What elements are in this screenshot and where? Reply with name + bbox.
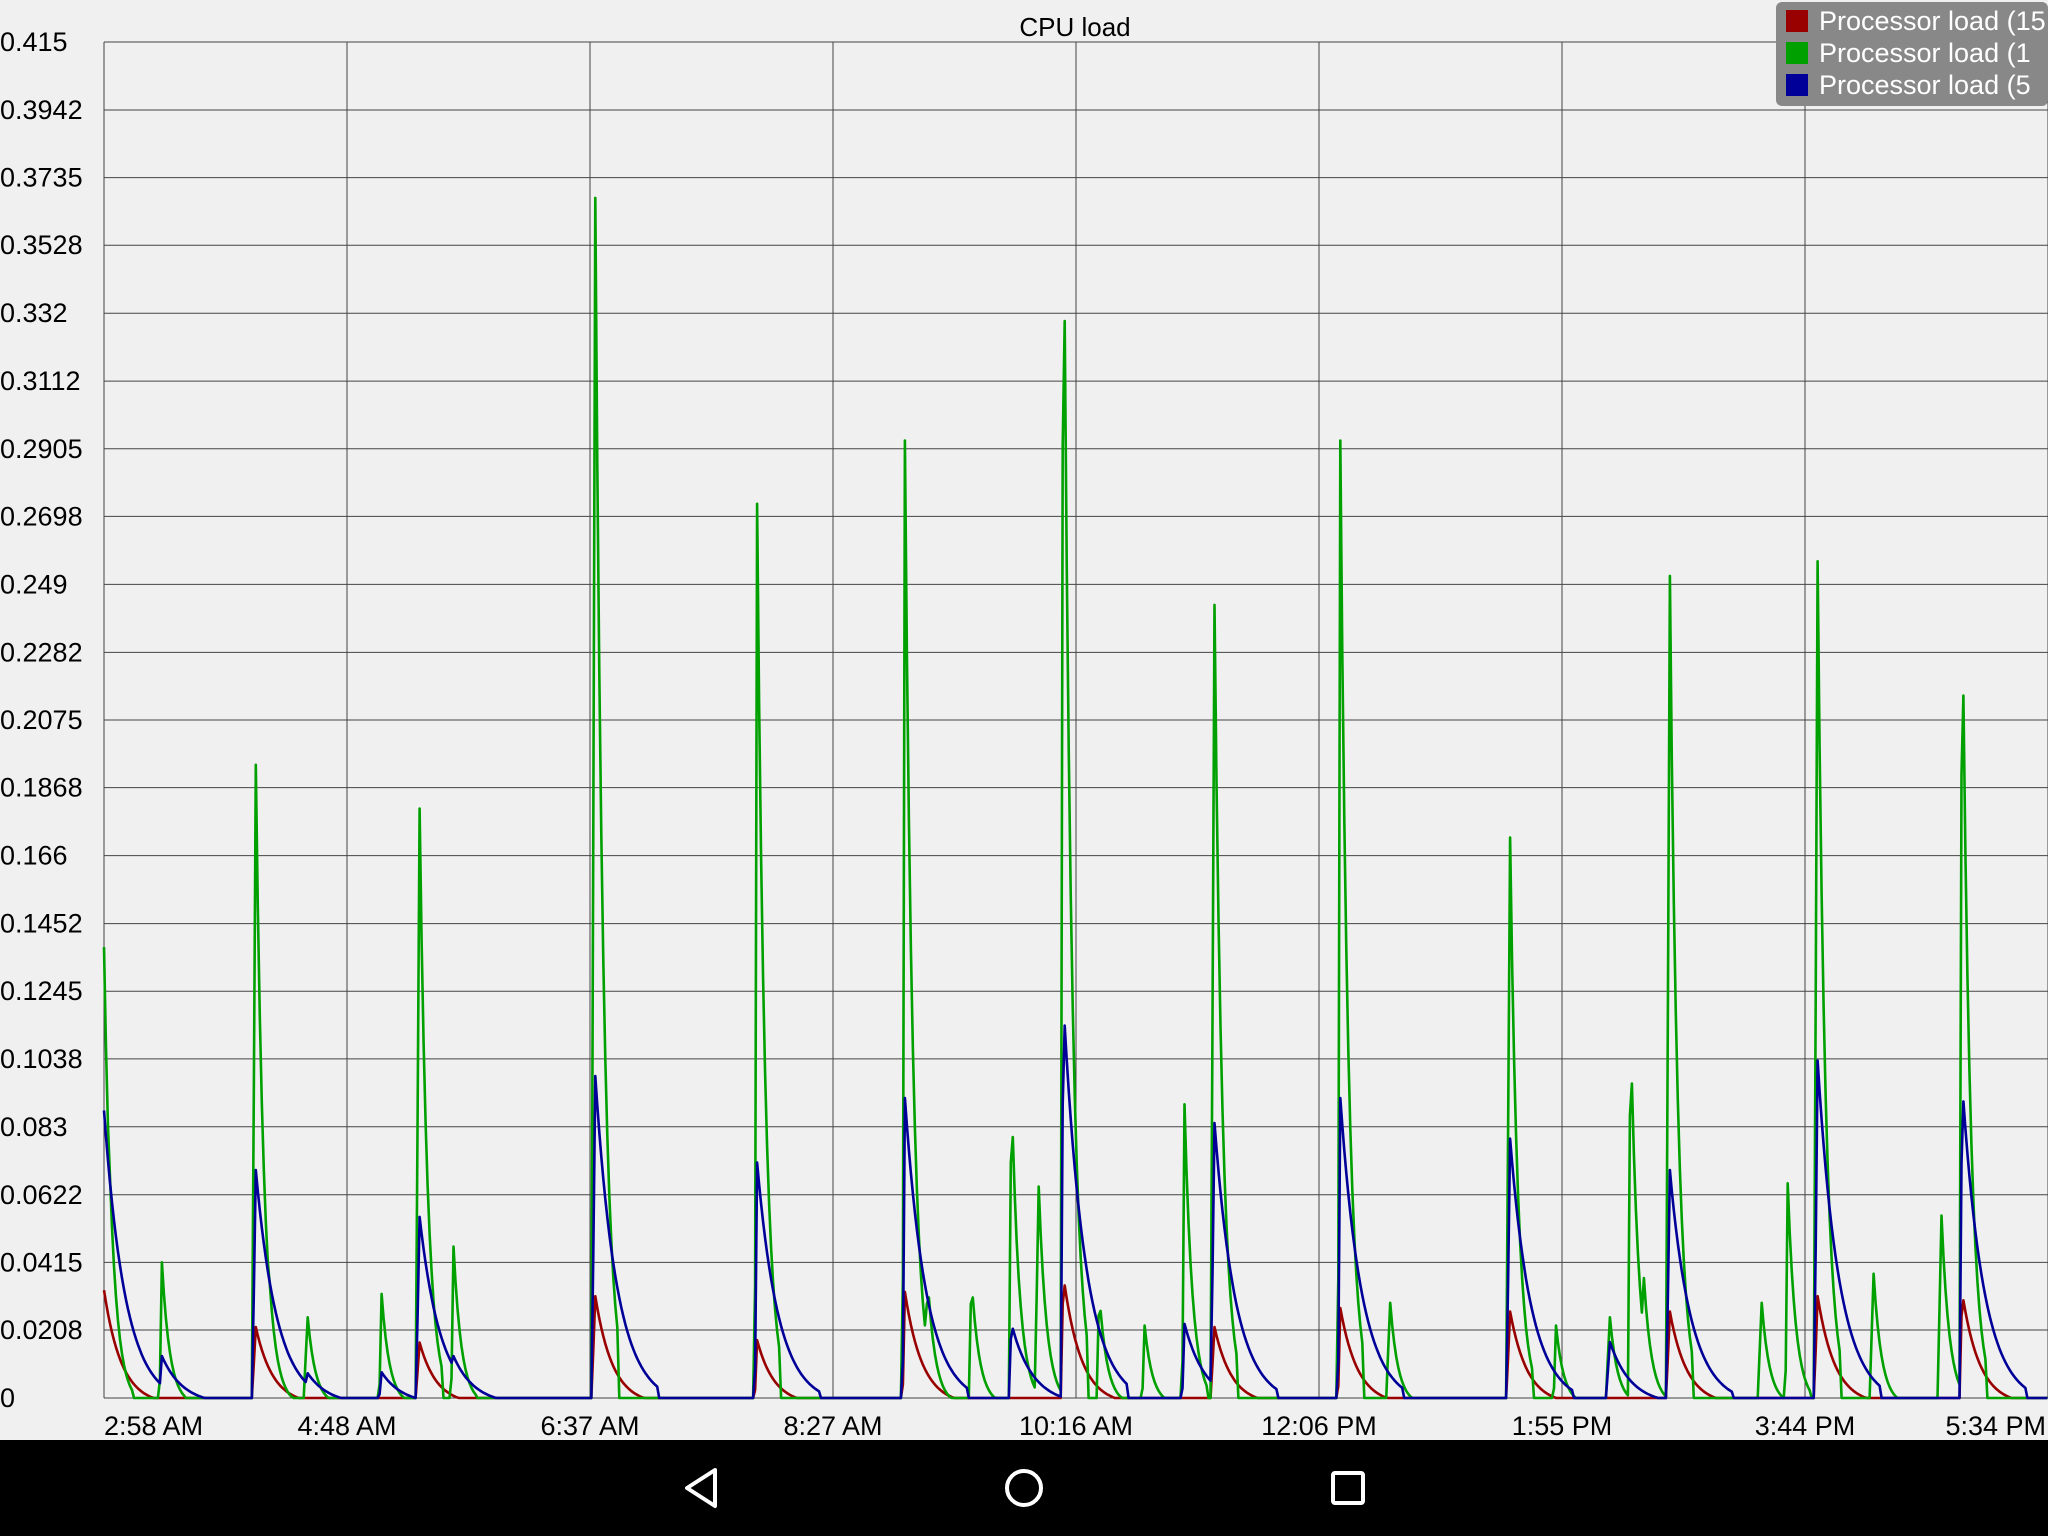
legend-label: Processor load (1 <box>1819 38 2031 68</box>
cpu-load-chart: 0 0.0208 0.0415 0.0622 0.083 0.1038 0.1245 0.14… <box>0 2 2048 1440</box>
legend-swatch <box>1786 74 1808 96</box>
chart-legend: Processor load (15Processor load (1Proce… <box>1776 2 2048 106</box>
y-tick-label: 0.0415 <box>0 1247 83 1277</box>
y-tick-label: 0.249 <box>0 569 68 599</box>
home-circle-icon[interactable] <box>994 1458 1054 1518</box>
y-axis-ticks: 0 0.0208 0.0415 0.0622 0.083 0.1038 0.1245 0.14… <box>0 27 83 1413</box>
y-tick-label: 0.0208 <box>0 1315 83 1345</box>
x-tick-label: 10:16 AM <box>1019 1411 1133 1440</box>
legend-label: Processor load (15 <box>1819 6 2046 36</box>
y-tick-label: 0.1245 <box>0 976 83 1006</box>
y-tick-label: 0.1038 <box>0 1044 83 1074</box>
legend-swatch <box>1786 10 1808 32</box>
y-tick-label: 0.415 <box>0 27 68 57</box>
legend-label: Processor load (5 <box>1819 70 2031 100</box>
y-tick-label: 0.0622 <box>0 1180 83 1210</box>
x-tick-label: 12:06 PM <box>1261 1411 1377 1440</box>
x-tick-label: 4:48 AM <box>297 1411 396 1440</box>
navigation-bar <box>0 1440 2048 1536</box>
x-tick-label: 3:44 PM <box>1755 1411 1856 1440</box>
y-tick-label: 0.332 <box>0 298 68 328</box>
y-tick-label: 0.3112 <box>0 366 81 396</box>
y-tick-label: 0.2698 <box>0 501 83 531</box>
x-tick-label: 8:27 AM <box>783 1411 882 1440</box>
chart-title: CPU load <box>1019 12 1130 42</box>
x-axis-ticks: 2:58 AM 4:48 AM 6:37 AM 8:27 AM 10:16 AM 12:0… <box>104 1411 2046 1440</box>
y-tick-label: 0.2282 <box>0 637 83 667</box>
chart-grid <box>103 41 2048 1399</box>
back-triangle-icon[interactable] <box>671 1458 731 1518</box>
x-tick-label: 1:55 PM <box>1512 1411 1613 1440</box>
y-tick-label: 0.083 <box>0 1112 68 1142</box>
y-tick-label: 0.166 <box>0 841 68 871</box>
y-tick-label: 0.2905 <box>0 434 83 464</box>
y-tick-label: 0 <box>0 1383 15 1413</box>
y-tick-label: 0.3528 <box>0 230 83 260</box>
y-tick-label: 0.3735 <box>0 163 83 193</box>
legend-swatch <box>1786 42 1808 64</box>
recents-square-icon[interactable] <box>1318 1458 1378 1518</box>
y-tick-label: 0.1452 <box>0 909 83 939</box>
x-tick-label: 6:37 AM <box>540 1411 639 1440</box>
y-tick-label: 0.3942 <box>0 95 83 125</box>
x-tick-label: 2:58 AM <box>104 1411 203 1440</box>
y-tick-label: 0.1868 <box>0 773 83 803</box>
x-tick-label: 5:34 PM <box>1945 1411 2046 1440</box>
y-tick-label: 0.2075 <box>0 705 83 735</box>
